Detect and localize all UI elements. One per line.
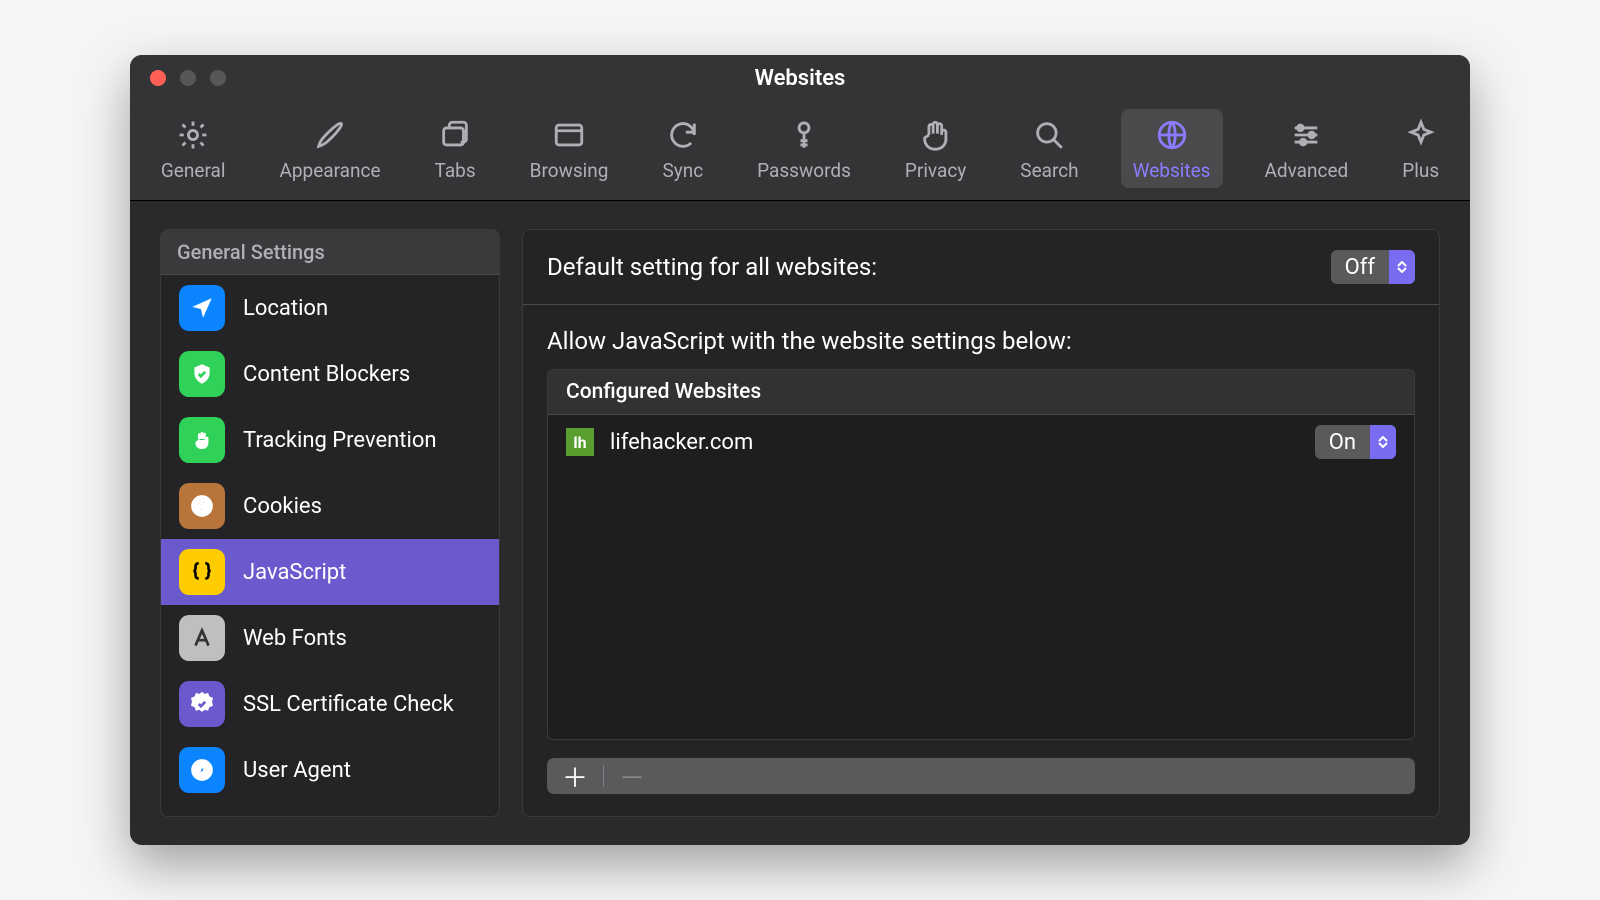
tab-browsing[interactable]: Browsing (518, 109, 621, 188)
allow-subheader: Allow JavaScript with the website settin… (523, 305, 1439, 369)
sidebar-item-webfonts[interactable]: Web Fonts (161, 605, 499, 671)
select-value: On (1315, 430, 1370, 455)
default-setting-row: Default setting for all websites: Off (523, 230, 1439, 305)
detail-panel: Default setting for all websites: Off Al… (522, 229, 1440, 817)
settings-sidebar: General Settings Location Content Blocke… (160, 229, 500, 817)
sidebar-item-label: Location (243, 296, 328, 321)
chevron-updown-icon (1370, 425, 1396, 459)
default-setting-select[interactable]: Off (1331, 250, 1415, 284)
sidebar-list: Location Content Blockers Tracking Preve… (161, 275, 499, 816)
window-icon (551, 117, 587, 153)
tab-passwords[interactable]: Passwords (745, 109, 863, 188)
add-website-button[interactable]: ＋ (547, 758, 603, 794)
tab-tabs[interactable]: Tabs (423, 109, 488, 188)
sidebar-header: General Settings (161, 230, 499, 275)
sliders-icon (1288, 117, 1324, 153)
sidebar-item-content-blockers[interactable]: Content Blockers (161, 341, 499, 407)
globe-icon (1154, 117, 1190, 153)
tab-label: Browsing (530, 159, 609, 182)
hand-icon (918, 117, 954, 153)
tab-sync[interactable]: Sync (650, 109, 715, 188)
location-icon (179, 285, 225, 331)
prefs-toolbar: General Appearance Tabs Browsing Sync (130, 101, 1470, 201)
site-domain: lifehacker.com (610, 430, 753, 455)
select-value: Off (1331, 255, 1389, 280)
remove-website-button[interactable]: － (604, 758, 660, 794)
font-icon (179, 615, 225, 661)
table-row[interactable]: lh lifehacker.com On (548, 415, 1414, 469)
tab-label: Tabs (435, 159, 476, 182)
sparkle-icon (1403, 117, 1439, 153)
row-setting-select[interactable]: On (1315, 425, 1396, 459)
cookie-icon (179, 483, 225, 529)
sidebar-item-javascript[interactable]: JavaScript (161, 539, 499, 605)
zoom-window-button[interactable] (210, 70, 226, 86)
tab-label: General (161, 159, 226, 182)
brush-icon (312, 117, 348, 153)
hand-stop-icon (179, 417, 225, 463)
tab-label: Websites (1133, 159, 1211, 182)
chevron-updown-icon (1389, 250, 1415, 284)
braces-icon (179, 549, 225, 595)
close-window-button[interactable] (150, 70, 166, 86)
tab-search[interactable]: Search (1008, 109, 1090, 188)
window-title: Websites (130, 66, 1470, 91)
tabs-icon (437, 117, 473, 153)
configured-websites-table: Configured Websites lh lifehacker.com On (547, 369, 1415, 740)
table-body: lh lifehacker.com On (548, 415, 1414, 739)
tab-appearance[interactable]: Appearance (267, 109, 392, 188)
key-icon (786, 117, 822, 153)
sidebar-item-ssl[interactable]: SSL Certificate Check (161, 671, 499, 737)
tab-websites[interactable]: Websites (1121, 109, 1223, 188)
tab-label: Search (1020, 159, 1078, 182)
shield-check-icon (179, 351, 225, 397)
tab-label: Sync (662, 159, 703, 182)
preferences-window: Websites General Appearance Tabs Br (130, 55, 1470, 845)
sidebar-item-label: Web Fonts (243, 626, 347, 651)
minus-icon: － (619, 758, 645, 794)
tab-label: Advanced (1265, 159, 1349, 182)
sidebar-item-location[interactable]: Location (161, 275, 499, 341)
tab-label: Plus (1402, 159, 1439, 182)
sidebar-item-cookies[interactable]: Cookies (161, 473, 499, 539)
sidebar-item-label: Content Blockers (243, 362, 410, 387)
sidebar-item-label: Tracking Prevention (243, 428, 437, 453)
compass-icon (179, 747, 225, 793)
table-header: Configured Websites (548, 370, 1414, 415)
search-icon (1031, 117, 1067, 153)
content-area: General Settings Location Content Blocke… (130, 201, 1470, 845)
gear-icon (175, 117, 211, 153)
plus-icon: ＋ (562, 758, 588, 794)
site-favicon: lh (566, 428, 594, 456)
tab-label: Appearance (279, 159, 380, 182)
sidebar-item-label: User Agent (243, 758, 351, 783)
sync-icon (665, 117, 701, 153)
sidebar-item-label: Cookies (243, 494, 322, 519)
sidebar-item-label: SSL Certificate Check (243, 692, 454, 717)
tab-plus[interactable]: Plus (1390, 109, 1451, 188)
sidebar-item-label: JavaScript (243, 560, 346, 585)
tab-label: Passwords (757, 159, 851, 182)
tab-advanced[interactable]: Advanced (1253, 109, 1361, 188)
sidebar-item-useragent[interactable]: User Agent (161, 737, 499, 803)
minimize-window-button[interactable] (180, 70, 196, 86)
tab-general[interactable]: General (149, 109, 238, 188)
traffic-lights (150, 70, 226, 86)
default-setting-label: Default setting for all websites: (547, 253, 877, 281)
badge-check-icon (179, 681, 225, 727)
tab-privacy[interactable]: Privacy (893, 109, 978, 188)
table-add-remove: ＋ － (547, 758, 1415, 794)
titlebar: Websites (130, 55, 1470, 101)
tab-label: Privacy (905, 159, 966, 182)
sidebar-item-tracking[interactable]: Tracking Prevention (161, 407, 499, 473)
